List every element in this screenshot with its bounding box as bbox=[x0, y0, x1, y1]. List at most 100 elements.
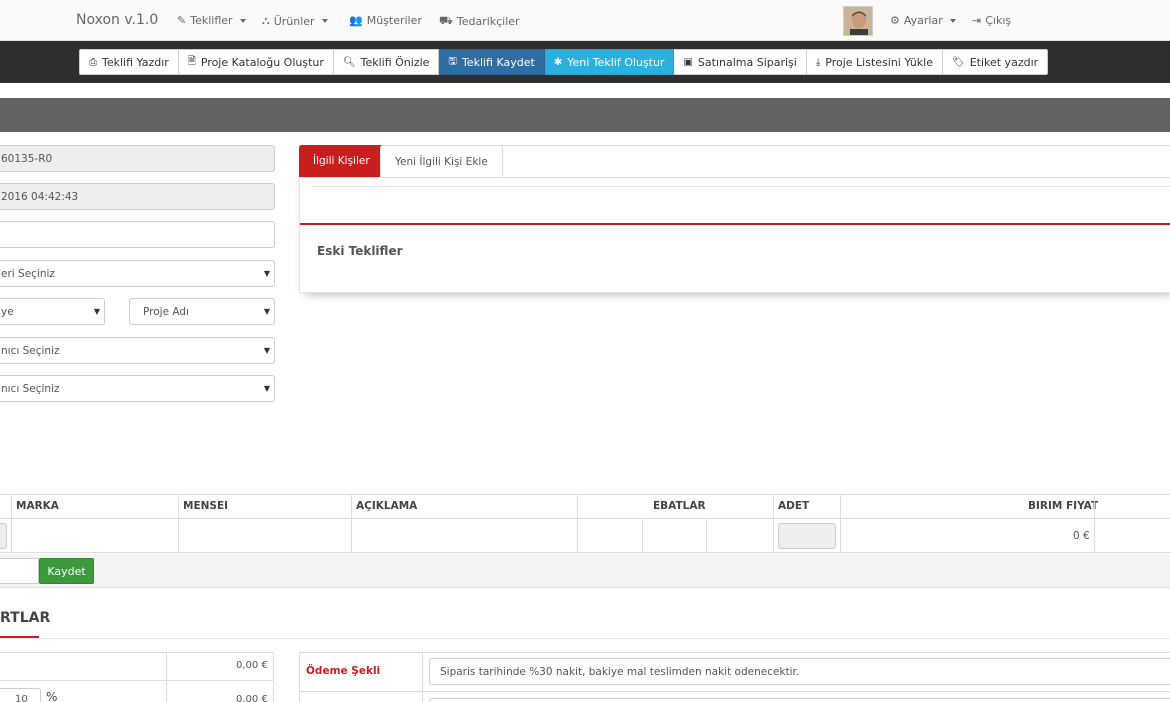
payment-method-value: Siparis tarihinde %30 nakit, bakiye mal … bbox=[440, 665, 800, 678]
project-name-value: Proje Adı bbox=[143, 305, 189, 318]
type-select-value: ye bbox=[1, 305, 14, 318]
print-icon: ⎙ bbox=[89, 56, 97, 68]
column-divider bbox=[11, 495, 12, 553]
download-icon: ⤓ bbox=[815, 56, 821, 68]
total-value-2: 0,00 € bbox=[236, 694, 268, 702]
gear-icon: ⚙ bbox=[890, 14, 900, 27]
column-divider bbox=[422, 652, 423, 702]
purchase-order-label: Satınalma Siparişi bbox=[697, 55, 797, 69]
column-header-ebatlar: EBATLAR bbox=[653, 500, 706, 512]
user-select-1[interactable]: nıcı Seçiniz ▼ bbox=[0, 337, 275, 364]
column-divider bbox=[706, 519, 707, 553]
offer-number-field: 60135-R0 bbox=[0, 145, 275, 172]
save-row-button[interactable]: Kaydet bbox=[39, 558, 94, 584]
column-divider bbox=[642, 519, 643, 553]
column-header-adet: ADET bbox=[778, 500, 810, 512]
toolbar-button-group: ⎙ Teklifi Yazdır 🗎 Proje Kataloğu Oluştur … bbox=[79, 49, 1049, 75]
offer-date-field: 2016 04:42:43 bbox=[0, 183, 275, 210]
new-offer-label: Yeni Teklif Oluştur bbox=[567, 55, 665, 69]
text-input-field[interactable] bbox=[0, 221, 275, 248]
user-avatar[interactable] bbox=[843, 6, 873, 36]
print-offer-label: Teklifi Yazdır bbox=[102, 55, 169, 69]
row-count-input[interactable] bbox=[0, 558, 39, 584]
upload-project-list-label: Proje Listesini Yükle bbox=[825, 55, 933, 69]
tab-new-contact-label: Yeni İlgili Kişi Ekle bbox=[395, 155, 488, 168]
print-label-label: Etiket yazdır bbox=[969, 55, 1039, 69]
user-select-2[interactable]: nıcı Seçiniz ▼ bbox=[0, 375, 275, 402]
panel-accent-line bbox=[300, 223, 1170, 225]
nav-teklifler-label: Teklifler bbox=[190, 14, 233, 27]
column-header-birim-fiyat: BIRIM FIYAT bbox=[1028, 500, 1099, 512]
row-divider bbox=[0, 680, 274, 681]
quantity-input[interactable] bbox=[778, 523, 836, 549]
create-catalog-button[interactable]: 🗎 Proje Kataloğu Oluştur bbox=[178, 49, 334, 75]
truck-icon: ⛟ bbox=[439, 14, 453, 27]
row-input-partial[interactable] bbox=[0, 523, 7, 549]
file-pdf-icon: 🗎 bbox=[187, 55, 196, 67]
nav-musteriler[interactable]: 👥 Müşteriler bbox=[349, 14, 422, 27]
payment-method-input[interactable]: Siparis tarihinde %30 nakit, bakiye mal … bbox=[429, 658, 1170, 685]
tab-divider bbox=[299, 177, 1170, 178]
preview-offer-label: Teklifi Önizle bbox=[360, 55, 430, 69]
caret-down-icon bbox=[239, 18, 246, 23]
new-offer-button[interactable]: ✱ Yeni Teklif Oluştur bbox=[544, 49, 675, 75]
select-arrow-icon: ▼ bbox=[263, 269, 270, 278]
payment-method-label: Ödeme Şekli bbox=[306, 665, 381, 677]
save-offer-button[interactable]: 🖫 Teklifi Kaydet bbox=[439, 49, 545, 75]
tab-new-contact[interactable]: Yeni İlgili Kişi Ekle bbox=[380, 145, 503, 177]
floppy-icon: 🖫 bbox=[448, 55, 457, 67]
table-row bbox=[0, 519, 1170, 553]
nav-cikis[interactable]: ⇥ Çıkış bbox=[972, 14, 1011, 27]
table-action-row bbox=[0, 554, 1170, 588]
nav-urunler[interactable]: ⛬ Ürünler bbox=[262, 14, 328, 28]
user-select-2-value: nıcı Seçiniz bbox=[1, 382, 60, 395]
nav-ayarlar[interactable]: ⚙ Ayarlar bbox=[890, 14, 956, 27]
preview-offer-button[interactable]: 🔍︎ Teklifi Önizle bbox=[333, 49, 440, 75]
create-catalog-label: Proje Kataloğu Oluştur bbox=[200, 55, 324, 69]
nav-cikis-label: Çıkış bbox=[985, 14, 1012, 27]
row-divider bbox=[299, 691, 1170, 692]
column-divider bbox=[577, 495, 578, 553]
print-offer-button[interactable]: ⎙ Teklifi Yazdır bbox=[79, 49, 179, 75]
nav-urunler-label: Ürünler bbox=[273, 14, 315, 28]
tab-related-contacts[interactable]: İlgili Kişiler bbox=[299, 145, 384, 177]
next-term-input[interactable] bbox=[429, 698, 1170, 702]
old-offers-heading: Eski Teklifler bbox=[317, 244, 403, 258]
column-header-mensei: MENSEI bbox=[183, 500, 229, 512]
unit-price-value: 0 € bbox=[1073, 530, 1090, 542]
type-select[interactable]: ye ▼ bbox=[0, 298, 105, 325]
money-icon: ▣ bbox=[683, 56, 693, 68]
column-divider bbox=[166, 652, 167, 702]
search-icon: 🔍︎ bbox=[342, 56, 356, 68]
column-divider bbox=[840, 495, 841, 553]
customer-select[interactable]: eri Seçiniz ▼ bbox=[0, 260, 275, 287]
terms-heading: RTLAR bbox=[0, 610, 51, 626]
asterisk-icon: ✱ bbox=[553, 56, 563, 68]
nav-tedarikciler[interactable]: ⛟ Tedarikçiler bbox=[439, 14, 520, 29]
users-icon: 👥 bbox=[349, 14, 363, 27]
user-select-1-value: nıcı Seçiniz bbox=[1, 344, 60, 357]
project-name-select[interactable]: Proje Adı ▼ bbox=[129, 298, 275, 325]
nav-tedarikciler-label: Tedarikçiler bbox=[456, 15, 520, 28]
column-header-marka: MARKA bbox=[16, 500, 59, 512]
caret-down-icon bbox=[321, 19, 328, 23]
brand-logo[interactable]: Noxon v.1.0 bbox=[76, 12, 158, 28]
caret-down-icon bbox=[949, 18, 956, 23]
nav-musteriler-label: Müşteriler bbox=[366, 14, 422, 27]
column-header-aciklama: AÇIKLAMA bbox=[356, 500, 418, 512]
section-header-bar bbox=[0, 98, 1170, 132]
pencil-icon: ✎ bbox=[177, 14, 187, 27]
nav-ayarlar-label: Ayarlar bbox=[903, 14, 943, 27]
upload-project-list-button[interactable]: ⤓ Proje Listesini Yükle bbox=[806, 49, 943, 75]
save-offer-label: Teklifi Kaydet bbox=[461, 55, 535, 69]
print-label-button[interactable]: 🏷︎ Etiket yazdır bbox=[942, 49, 1049, 75]
column-divider bbox=[773, 495, 774, 553]
purchase-order-button[interactable]: ▣ Satınalma Siparişi bbox=[674, 49, 807, 75]
tags-icon: 🏷︎ bbox=[951, 56, 965, 68]
percent-symbol: % bbox=[46, 690, 58, 702]
select-arrow-icon: ▼ bbox=[93, 307, 100, 316]
customer-select-value: eri Seçiniz bbox=[1, 267, 55, 280]
nav-teklifler[interactable]: ✎ Teklifler bbox=[177, 14, 246, 27]
discount-rate-input[interactable]: 10 bbox=[0, 688, 41, 702]
select-arrow-icon: ▼ bbox=[263, 307, 270, 316]
